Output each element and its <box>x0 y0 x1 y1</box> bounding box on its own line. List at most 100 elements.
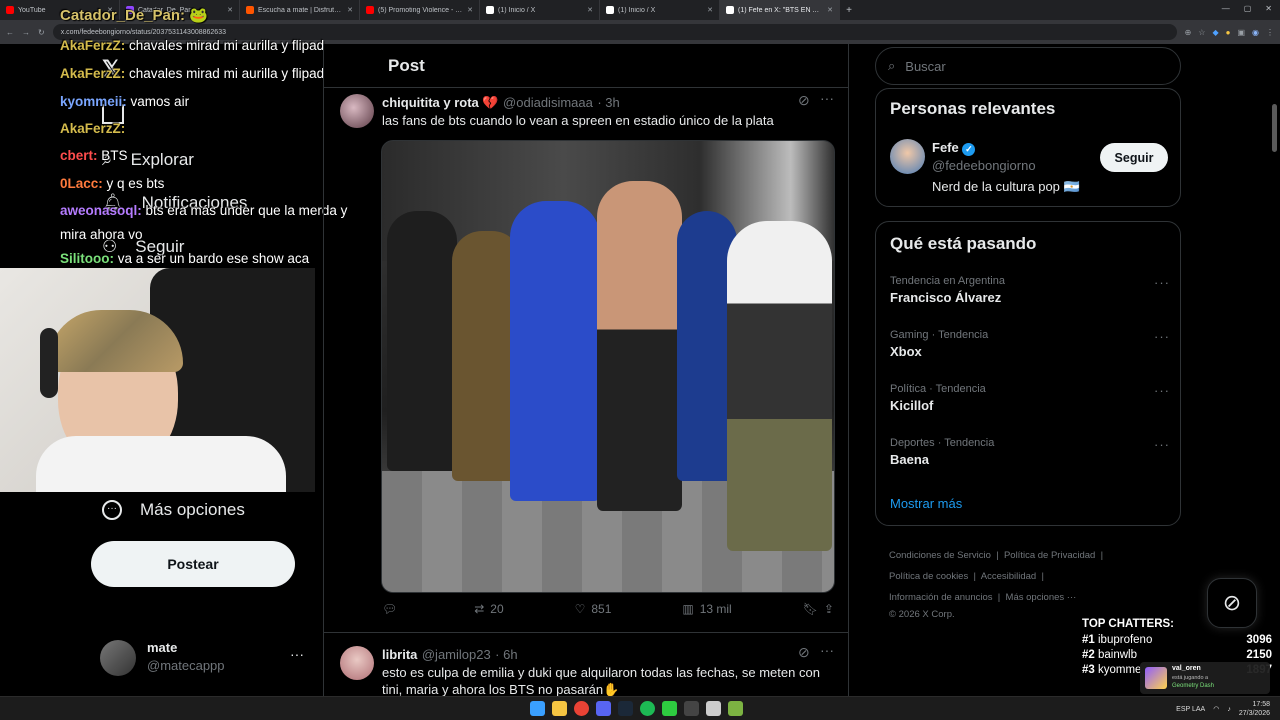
extension-icon[interactable]: ● <box>1226 28 1231 37</box>
trend-item[interactable]: Deportes · Tendencia Baena ··· <box>890 437 1170 467</box>
minecraft-icon[interactable] <box>728 701 743 716</box>
like-button[interactable]: ♡ 851 <box>575 602 612 616</box>
reload-icon[interactable]: ↻ <box>38 28 45 37</box>
tweet-time[interactable]: · 3h <box>597 95 619 110</box>
menu-dots-icon[interactable]: ⋮ <box>1266 28 1274 37</box>
now-playing-game: Geometry Dash <box>1172 683 1215 689</box>
chrome-icon[interactable] <box>574 701 589 716</box>
browser-tab[interactable]: (1) Inicio / X ✕ <box>480 0 600 20</box>
follow-button[interactable]: Seguir <box>1100 143 1168 172</box>
tweet-photo[interactable] <box>381 140 835 593</box>
puzzle-icon[interactable]: ▣ <box>1237 28 1245 37</box>
new-tab-button[interactable]: + <box>840 5 858 16</box>
account-avatar[interactable] <box>100 640 136 676</box>
game-icon <box>1145 667 1167 689</box>
trend-item[interactable]: Tendencia en Argentina Francisco Álvarez… <box>890 275 1170 305</box>
tab-close-icon[interactable]: ✕ <box>467 6 473 14</box>
page-scrollbar[interactable] <box>1272 104 1277 152</box>
person <box>727 221 832 551</box>
browser-tab[interactable]: (1) Fefe en X: "BTS EN ARG ✕ <box>720 0 840 20</box>
headphones-left <box>40 328 58 398</box>
spotify-icon[interactable] <box>640 701 655 716</box>
bookmark-icon[interactable]: 🔖︎ <box>803 602 818 616</box>
maximize-icon[interactable]: ▢ <box>1244 4 1252 13</box>
minimize-icon[interactable]: — <box>1222 4 1230 13</box>
grok-icon[interactable]: ⊘ <box>798 92 810 109</box>
tab-close-icon[interactable]: ✕ <box>347 6 353 14</box>
tweet-avatar[interactable] <box>340 646 374 680</box>
trend-menu-icon[interactable]: ··· <box>1154 437 1170 452</box>
tab-close-icon[interactable]: ✕ <box>227 6 233 14</box>
tweet-menu-icon[interactable]: ··· <box>820 90 834 106</box>
close-window-icon[interactable]: ✕ <box>1265 4 1272 13</box>
steam-icon[interactable] <box>618 701 633 716</box>
volume-icon[interactable]: ♪ <box>1227 706 1231 713</box>
extension-icons: ⊕ ☆ ◆ ● ▣ ◉ ⋮ <box>1185 28 1274 37</box>
zoom-icon[interactable]: ⊕ <box>1185 28 1192 37</box>
start-icon[interactable] <box>530 701 545 716</box>
tab-favicon-icon <box>6 6 14 14</box>
now-playing-status: está jugando a <box>1172 675 1209 681</box>
clock[interactable]: 17:58 27/3/2026 <box>1239 700 1270 718</box>
file-explorer-icon[interactable] <box>552 701 567 716</box>
chatter-rank: #3 <box>1082 664 1095 676</box>
person-info[interactable]: Fefe ✓ @fedeebongiorno Nerd de la cultur… <box>932 140 1080 195</box>
language-indicator[interactable]: ESP LAA <box>1176 706 1205 713</box>
tweet-author-handle[interactable]: @jamilop23 <box>422 647 491 662</box>
retweet-button[interactable]: ⇄ 20 <box>474 602 503 616</box>
footer-link[interactable]: Más opciones ··· <box>1006 592 1077 603</box>
footer-link[interactable]: Condiciones de Servicio <box>889 550 991 561</box>
account-menu-icon[interactable]: ··· <box>290 646 304 662</box>
tweet-author-name[interactable]: librita <box>382 647 417 662</box>
footer-link[interactable]: Política de cookies <box>889 571 968 582</box>
top-chatter-row: #1 ibuprofeno 3096 <box>1082 634 1272 646</box>
tab-close-icon[interactable]: ✕ <box>827 6 833 14</box>
tweet-author-handle[interactable]: @odiadisimaaa <box>503 95 593 110</box>
tweet-avatar[interactable] <box>340 94 374 128</box>
browser-tab[interactable]: (5) Promoting Violence - YouTu✕ <box>360 0 480 20</box>
show-more-link[interactable]: Mostrar más <box>890 496 962 511</box>
trend-menu-icon[interactable]: ··· <box>1154 275 1170 290</box>
tweet[interactable]: librita @jamilop23 · 6h ⊘ ··· esto es cu… <box>340 642 840 704</box>
person-avatar[interactable] <box>890 139 925 174</box>
views-button[interactable]: ▥ 13 mil <box>682 602 731 616</box>
chatter-rank-name: #3 kyomme <box>1082 664 1141 676</box>
reply-button[interactable]: 💬︎ <box>382 602 403 616</box>
tab-close-icon[interactable]: ✕ <box>707 6 713 14</box>
tweet-menu-icon[interactable]: ··· <box>820 642 834 658</box>
app-icon[interactable] <box>662 701 677 716</box>
trend-item[interactable]: Gaming · Tendencia Xbox ··· <box>890 329 1170 359</box>
back-icon[interactable]: ← <box>6 28 14 37</box>
footer-link[interactable]: Accesibilidad <box>981 571 1036 582</box>
now-playing-popup: val_oren está jugando a Geometry Dash <box>1140 662 1270 694</box>
trend-menu-icon[interactable]: ··· <box>1154 383 1170 398</box>
obs-icon[interactable] <box>684 701 699 716</box>
trend-meta: Tendencia en Argentina <box>890 275 1005 287</box>
app-icon[interactable] <box>706 701 721 716</box>
main-column: Post chiquitita y rota 💔 @odiadisimaaa ·… <box>323 44 849 697</box>
profile-icon[interactable]: ◉ <box>1252 28 1259 37</box>
heart-icon: ♡ <box>574 602 586 616</box>
trend-item[interactable]: Política · Tendencia Kicillof ··· <box>890 383 1170 413</box>
tweet-time[interactable]: · 6h <box>495 647 517 662</box>
tweet[interactable]: chiquitita y rota 💔 @odiadisimaaa · 3h ⊘… <box>340 90 840 672</box>
forward-icon[interactable]: → <box>22 28 30 37</box>
grok-icon[interactable]: ⊘ <box>798 644 810 661</box>
footer-link[interactable]: Política de Privacidad <box>1004 550 1095 561</box>
browser-tab[interactable]: (1) Inicio / X ✕ <box>600 0 720 20</box>
footer-link[interactable]: Información de anuncios <box>889 592 993 603</box>
now-playing-user: val_oren <box>1172 665 1201 672</box>
extension-icon[interactable]: ◆ <box>1212 28 1218 37</box>
account-switcher[interactable]: mate @matecappp <box>147 640 225 673</box>
search-box[interactable]: ⌕ Buscar <box>875 47 1181 85</box>
trend-menu-icon[interactable]: ··· <box>1154 329 1170 344</box>
tab-close-icon[interactable]: ✕ <box>587 6 593 14</box>
bookmark-star-icon[interactable]: ☆ <box>1198 28 1205 37</box>
nav-more-options[interactable]: ··· Más opciones <box>102 500 245 520</box>
browser-tab[interactable]: Escucha a mate | Disfruta de la ✕ <box>240 0 360 20</box>
discord-icon[interactable] <box>596 701 611 716</box>
wifi-icon[interactable]: ◠ <box>1213 705 1219 713</box>
post-button[interactable]: Postear <box>91 541 295 587</box>
share-icon[interactable]: ⇪ <box>824 602 834 616</box>
tweet-author-name[interactable]: chiquitita y rota 💔 <box>382 95 499 110</box>
